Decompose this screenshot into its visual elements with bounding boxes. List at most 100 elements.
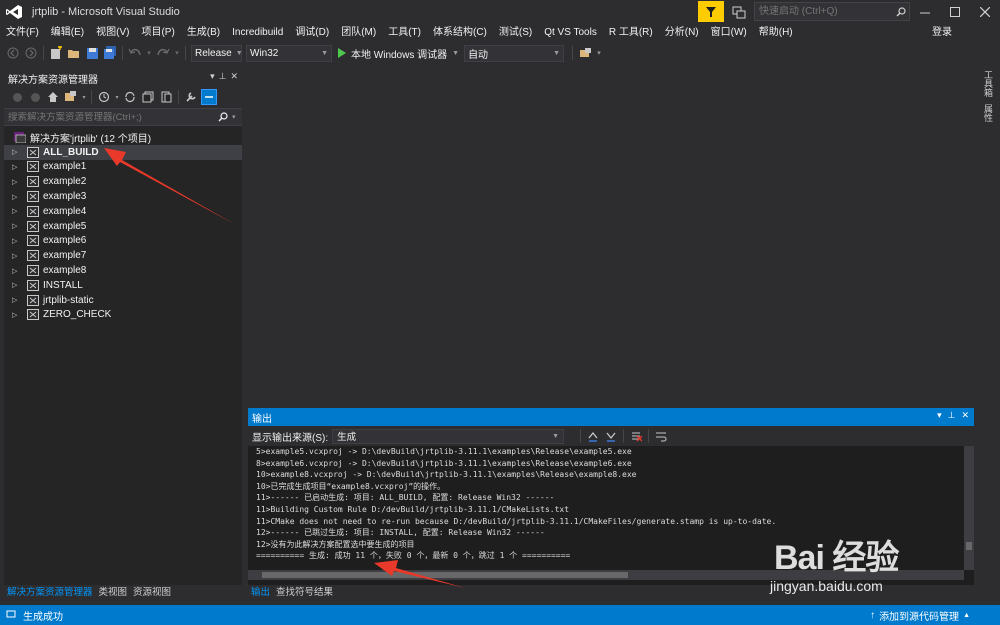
save-icon[interactable] <box>84 45 100 61</box>
search-icon[interactable] <box>893 6 909 17</box>
back-icon[interactable] <box>9 89 25 105</box>
project-node[interactable]: ▷ example3 <box>4 189 242 204</box>
toolbar-options-icon[interactable]: ▾ <box>595 45 603 61</box>
project-node[interactable]: ▷ example7 <box>4 248 242 263</box>
menu-project[interactable]: 项目(P) <box>135 23 180 42</box>
search-options-dropdown[interactable]: ▾ <box>232 113 242 121</box>
search-icon[interactable] <box>214 112 232 122</box>
close-panel-icon[interactable]: ✕ <box>961 410 969 421</box>
minimize-button[interactable] <box>910 0 940 23</box>
project-node[interactable]: ▷ jrtplib-static <box>4 293 242 308</box>
open-file-icon[interactable] <box>66 45 82 61</box>
dropdown-arrow-icon[interactable]: ▾ <box>145 45 153 61</box>
save-all-icon[interactable] <box>102 45 118 61</box>
project-node[interactable]: ▷ example5 <box>4 219 242 234</box>
solution-configuration-select[interactable]: Release ▼ <box>191 44 243 62</box>
new-project-icon[interactable] <box>48 45 64 61</box>
find-next-message-icon[interactable] <box>603 428 619 444</box>
solution-search-input[interactable] <box>4 111 214 123</box>
expand-arrow-icon[interactable]: ▷ <box>12 148 22 156</box>
project-node[interactable]: ▷ example4 <box>4 204 242 219</box>
project-node[interactable]: ▷ example8 <box>4 263 242 278</box>
project-node[interactable]: ▷ example6 <box>4 234 242 249</box>
chevron-up-icon[interactable]: ▲ <box>963 612 970 619</box>
expand-arrow-icon[interactable]: ▷ <box>12 237 22 245</box>
forward-icon[interactable] <box>27 89 43 105</box>
window-position-icon[interactable]: ▾ <box>937 410 942 421</box>
menu-window[interactable]: 窗口(W) <box>705 23 753 42</box>
tab-resource-view[interactable]: 资源视图 <box>130 585 174 601</box>
debug-mode-select[interactable]: 自动 ▼ <box>464 44 565 62</box>
scrollbar-thumb[interactable] <box>966 542 972 550</box>
switch-views-icon[interactable] <box>63 89 79 105</box>
project-node[interactable]: ▷ example1 <box>4 160 242 175</box>
pending-changes-filter-icon[interactable] <box>96 89 112 105</box>
sync-icon[interactable] <box>122 89 138 105</box>
show-all-files-icon[interactable] <box>158 89 174 105</box>
dropdown-arrow-icon[interactable]: ▾ <box>114 89 120 105</box>
output-horizontal-scrollbar[interactable] <box>248 570 964 580</box>
arrow-up-icon[interactable]: ↑ <box>870 610 875 621</box>
project-node[interactable]: ▷ INSTALL <box>4 278 242 293</box>
collapse-all-icon[interactable] <box>140 89 156 105</box>
output-source-select[interactable]: 生成 ▼ <box>332 428 565 444</box>
expand-arrow-icon[interactable]: ▷ <box>12 311 22 319</box>
expand-arrow-icon[interactable]: ▷ <box>12 267 22 275</box>
chevron-down-icon[interactable]: ▼ <box>452 50 459 57</box>
solution-root-node[interactable]: 解决方案'jrtplib' (12 个项目) <box>4 130 242 145</box>
expand-arrow-icon[interactable]: ▷ <box>12 252 22 260</box>
expand-arrow-icon[interactable]: ▷ <box>12 178 22 186</box>
add-to-source-control[interactable]: 添加到源代码管理 <box>879 608 959 623</box>
menu-incredibuild[interactable]: Incredibuild <box>226 23 289 42</box>
expand-arrow-icon[interactable]: ▷ <box>12 207 22 215</box>
menu-qt-vs-tools[interactable]: Qt VS Tools <box>538 23 603 42</box>
tab-find-symbol-results[interactable]: 查找符号结果 <box>273 585 336 601</box>
tab-class-view[interactable]: 类视图 <box>96 585 131 601</box>
quick-launch-input[interactable] <box>755 3 893 20</box>
maximize-button[interactable] <box>940 0 970 23</box>
solution-platform-select[interactable]: Win32 ▼ <box>246 44 332 62</box>
menu-build[interactable]: 生成(B) <box>181 23 226 42</box>
dropdown-arrow-icon[interactable]: ▾ <box>173 45 181 61</box>
expand-arrow-icon[interactable]: ▷ <box>12 163 22 171</box>
menu-test[interactable]: 测试(S) <box>493 23 538 42</box>
close-button[interactable] <box>970 0 1000 23</box>
project-node[interactable]: ▷ ALL_BUILD <box>4 144 242 160</box>
window-position-icon[interactable]: ▾ <box>210 71 215 82</box>
menu-edit[interactable]: 编辑(E) <box>45 23 90 42</box>
navigate-back-icon[interactable] <box>5 45 21 61</box>
sign-in-link[interactable]: 登录 <box>932 23 952 42</box>
menu-analyze[interactable]: 分析(N) <box>659 23 705 42</box>
feedback-filter-icon[interactable] <box>698 1 724 22</box>
pin-icon[interactable]: ⊥ <box>948 410 956 421</box>
solution-search-box[interactable]: ▾ <box>4 108 242 126</box>
project-node[interactable]: ▷ ZERO_CHECK <box>4 308 242 323</box>
project-node[interactable]: ▷ example2 <box>4 174 242 189</box>
notification-icon[interactable] <box>730 3 748 21</box>
expand-arrow-icon[interactable]: ▷ <box>12 296 22 304</box>
menu-tools[interactable]: 工具(T) <box>382 23 427 42</box>
clear-all-icon[interactable] <box>628 428 644 444</box>
redo-icon[interactable] <box>155 45 171 61</box>
home-icon[interactable] <box>45 89 61 105</box>
pin-icon[interactable]: ⊥ <box>219 71 227 82</box>
menu-view[interactable]: 视图(V) <box>90 23 135 42</box>
menu-architecture[interactable]: 体系结构(C) <box>427 23 493 42</box>
menu-help[interactable]: 帮助(H) <box>753 23 799 42</box>
menu-debug[interactable]: 调试(D) <box>289 23 335 42</box>
menu-file[interactable]: 文件(F) <box>0 23 45 42</box>
tab-solution-explorer[interactable]: 解决方案资源管理器 <box>4 585 96 601</box>
expand-arrow-icon[interactable]: ▷ <box>12 281 22 289</box>
start-debugging-button[interactable]: 本地 Windows 调试器 ▼ <box>334 45 462 62</box>
find-previous-message-icon[interactable] <box>585 428 601 444</box>
undo-icon[interactable] <box>127 45 143 61</box>
solution-platforms-icon[interactable] <box>577 45 593 61</box>
close-panel-icon[interactable]: ✕ <box>230 71 238 82</box>
output-text[interactable]: 5>example5.vcxproj -> D:\devBuild\jrtpli… <box>248 446 964 570</box>
navigate-forward-icon[interactable] <box>23 45 39 61</box>
quick-launch-box[interactable] <box>754 2 910 21</box>
expand-arrow-icon[interactable]: ▷ <box>12 193 22 201</box>
toolbox-tab[interactable]: 工具箱 <box>982 70 995 97</box>
output-vertical-scrollbar[interactable] <box>964 446 974 570</box>
menu-team[interactable]: 团队(M) <box>335 23 382 42</box>
